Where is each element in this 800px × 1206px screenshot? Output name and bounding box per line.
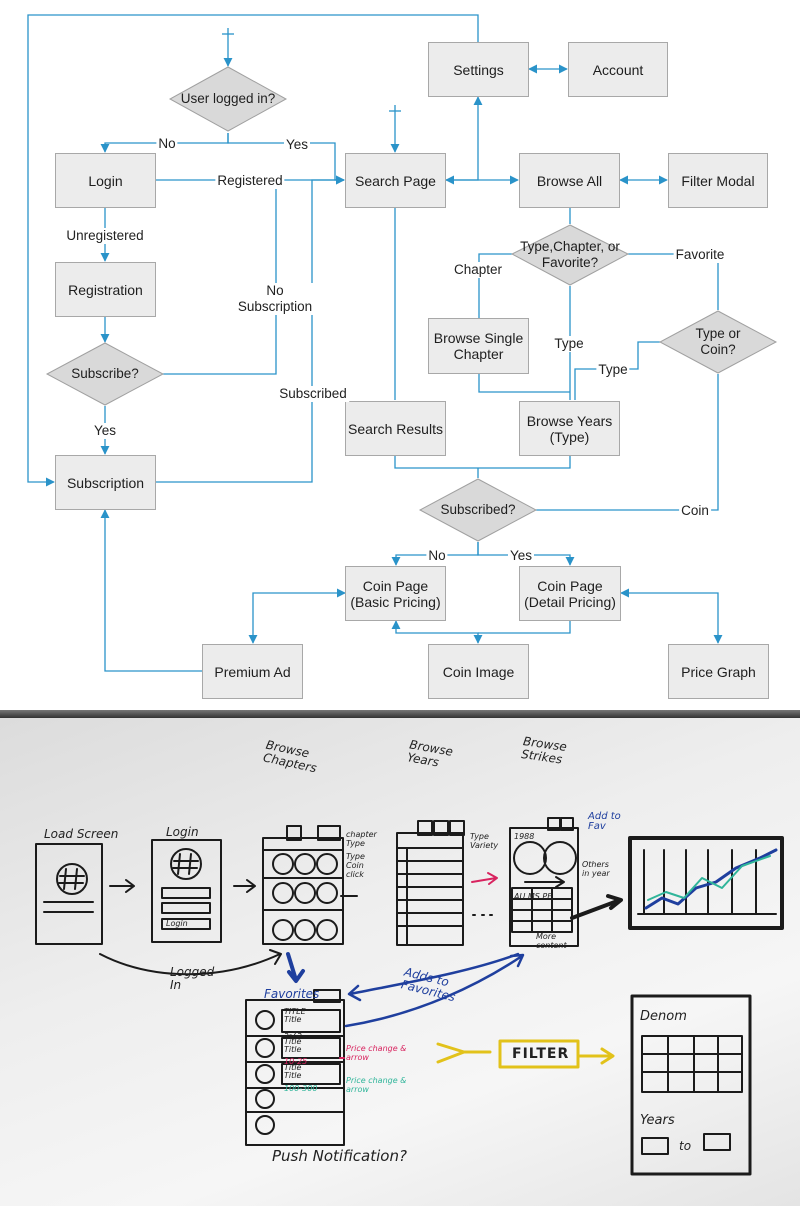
- label-denom: Denom: [640, 1009, 687, 1024]
- node-browse-years: Browse Years (Type): [519, 401, 620, 456]
- note-price-change-red: Price change & arrow: [346, 1044, 407, 1062]
- edge-label-unregistered: Unregistered: [64, 228, 146, 244]
- label-login-screen: Login: [166, 825, 199, 839]
- decision-subscribe: Subscribe?: [71, 366, 139, 381]
- edge-label-yes-detail: Yes: [507, 548, 535, 564]
- edge-label-favorite: Favorite: [673, 247, 727, 263]
- decision-type-chapter-favorite: Type,Chapter, or Favorite?: [520, 239, 620, 270]
- label-to: to: [679, 1139, 692, 1153]
- sketch-load-screen-logo: [56, 863, 88, 895]
- node-account: Account: [568, 42, 668, 97]
- edge-label-yes-subscription: Yes: [91, 423, 119, 439]
- note-add-to-fav: Add to Fav: [588, 811, 621, 832]
- edge-label-registered: Registered: [215, 173, 285, 189]
- label-login-button: Login: [166, 919, 188, 928]
- note-title-3: Title Title: [284, 1063, 302, 1080]
- note-chapter-type: chapter Type: [346, 830, 377, 848]
- edge-label-chapter: Chapter: [451, 262, 505, 278]
- node-filter-modal: Filter Modal: [668, 153, 768, 208]
- node-premium-ad: Premium Ad: [202, 644, 303, 699]
- node-coin-page-basic: Coin Page (Basic Pricing): [345, 566, 446, 621]
- node-price-graph: Price Graph: [668, 644, 769, 699]
- edge-label-no-subscription: No Subscription: [235, 283, 315, 315]
- whiteboard-photo: Browse Chapters Browse Years Browse Stri…: [0, 718, 800, 1206]
- note-year: 1988: [514, 832, 535, 841]
- note-title-2: Title Title: [284, 1037, 302, 1054]
- note-type-coin-click: Type Coin click: [346, 852, 365, 879]
- note-push-notification: Push Notification?: [272, 1147, 407, 1165]
- node-login: Login: [55, 153, 156, 208]
- edge-label-yes-search: Yes: [283, 137, 311, 153]
- note-type-variety: Type Variety: [470, 832, 499, 850]
- note-grades: AU MS PF: [514, 892, 552, 901]
- edge-label-type-2: Type: [596, 362, 630, 378]
- label-favorites: Favorites: [264, 987, 320, 1001]
- flowchart: Settings Account Login Search Page Brows…: [0, 0, 800, 710]
- label-load-screen: Load Screen: [44, 827, 119, 841]
- note-title-1: TITLE Title: [284, 1007, 306, 1024]
- edge-label-subscribed: Subscribed: [277, 386, 349, 402]
- node-coin-image: Coin Image: [428, 644, 529, 699]
- note-range-3: 100-300: [284, 1084, 318, 1093]
- label-years: Years: [640, 1113, 675, 1128]
- node-registration: Registration: [55, 262, 156, 317]
- label-filter: FILTER: [512, 1046, 570, 1062]
- node-browse-single-chapter: Browse Single Chapter: [428, 318, 529, 374]
- note-more-content: More content: [536, 932, 567, 950]
- node-search-results: Search Results: [345, 401, 446, 456]
- edge-label-no-login: No: [156, 136, 178, 152]
- node-browse-all: Browse All: [519, 153, 620, 208]
- node-subscription: Subscription: [55, 455, 156, 510]
- note-price-change-teal: Price change & arrow: [346, 1076, 407, 1094]
- edge-label-coin: Coin: [679, 503, 711, 519]
- section-divider: [0, 710, 800, 718]
- decision-type-or-coin: Type or Coin?: [695, 326, 741, 357]
- node-coin-page-detail: Coin Page (Detail Pricing): [519, 566, 621, 621]
- edge-label-no-basic: No: [426, 548, 448, 564]
- node-settings: Settings: [428, 42, 529, 97]
- note-others-in-year: Others in year: [582, 860, 610, 878]
- node-search-page: Search Page: [345, 153, 446, 208]
- decision-subscribed: Subscribed?: [440, 502, 516, 517]
- whiteboard-sketch: [35, 817, 784, 1176]
- note-logged-in: Logged In: [170, 965, 215, 992]
- edge-label-type-1: Type: [552, 336, 586, 352]
- decision-user-logged-in: User logged in?: [180, 91, 276, 106]
